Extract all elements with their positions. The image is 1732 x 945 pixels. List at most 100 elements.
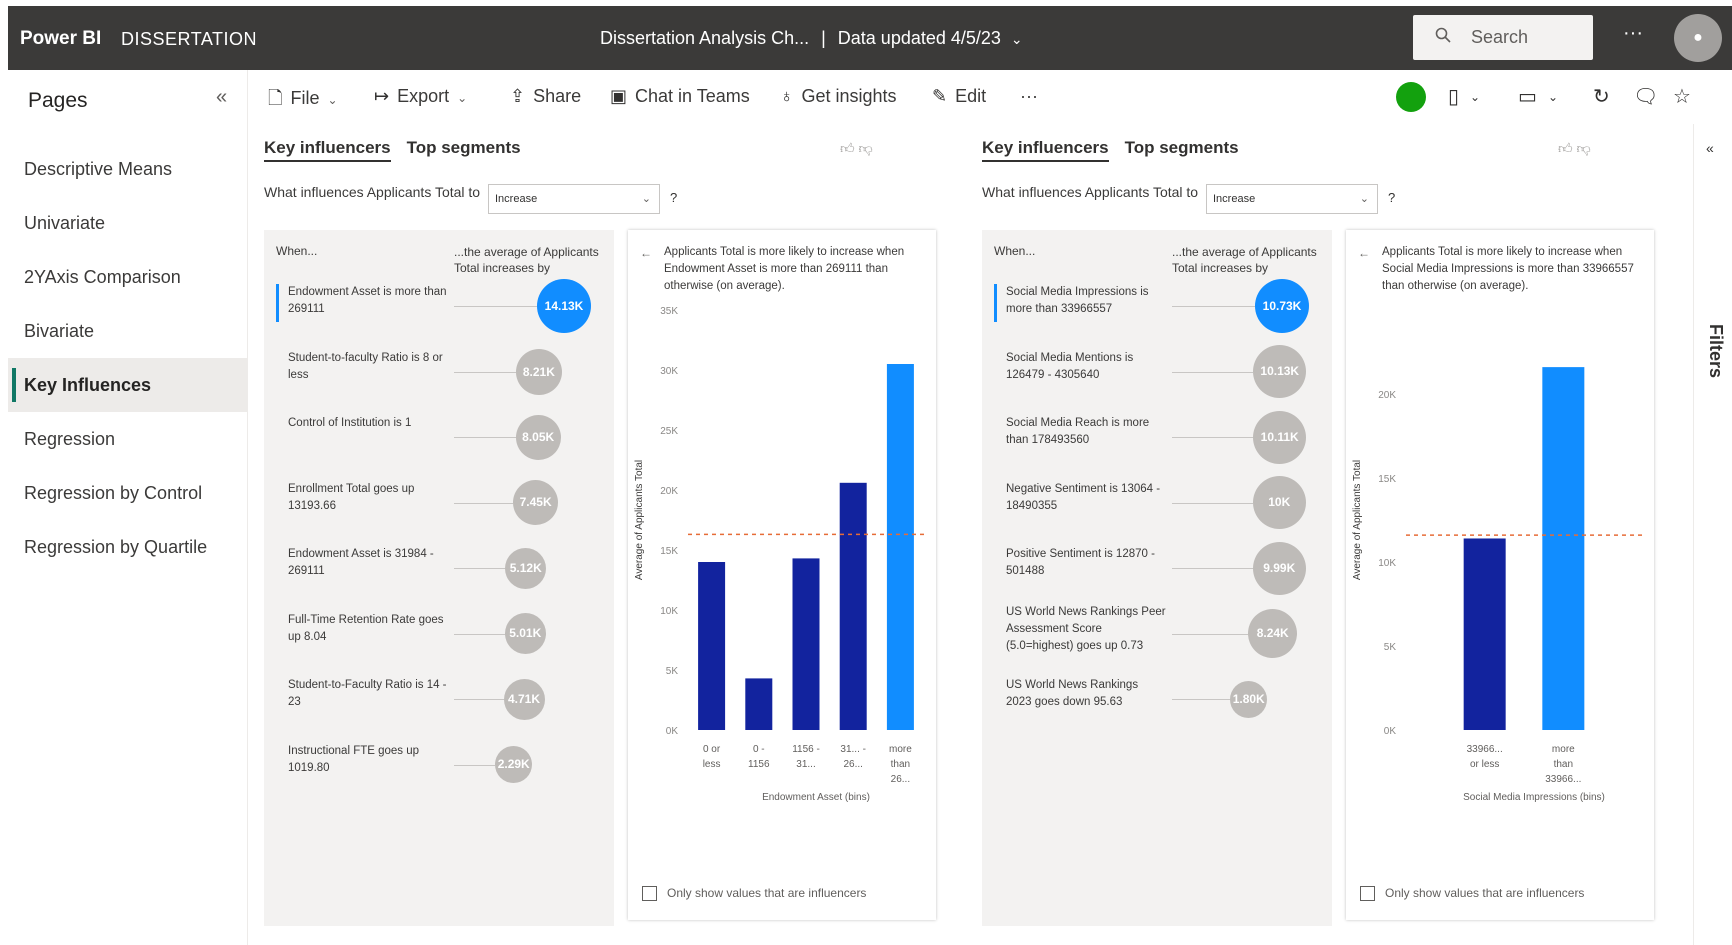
influencer-row[interactable]: Enrollment Total goes up 13193.66 7.45K [264, 473, 614, 533]
page-item-regression[interactable]: Regression [8, 412, 248, 466]
influence-bubble[interactable]: 7.45K [513, 480, 559, 525]
page-item-2yaxis-comparison[interactable]: 2YAxis Comparison [8, 250, 248, 304]
chevron-down-icon[interactable]: ⌄ [1548, 90, 1558, 104]
influencer-label: Positive Sentiment is 12870 - 501488 [1006, 548, 1155, 577]
chevron-down-icon[interactable]: ⌄ [1470, 90, 1480, 104]
collapse-icon[interactable]: « [216, 86, 227, 109]
column-header-average: ...the average of Applicants Total incre… [1172, 245, 1317, 275]
influencers-list: When... ...the average of Applicants Tota… [982, 230, 1332, 926]
more-options-button[interactable]: ··· [1020, 86, 1038, 107]
export-menu[interactable]: ↦ Export ⌄ [374, 86, 467, 107]
avatar[interactable]: ● [1674, 14, 1722, 62]
filters-pane[interactable]: « Filters [1693, 124, 1732, 945]
influence-bubble[interactable]: 8.21K [515, 348, 562, 395]
direction-select[interactable]: Increase ⌄ [488, 184, 660, 214]
share-button[interactable]: ⇪ Share [510, 86, 581, 107]
page-item-bivariate[interactable]: Bivariate [8, 304, 248, 358]
help-icon[interactable]: ? [670, 190, 677, 205]
chart-bar[interactable] [886, 364, 914, 730]
influence-bubble[interactable]: 10.13K [1253, 345, 1307, 398]
back-arrow-icon[interactable]: ← [640, 246, 652, 260]
influencer-row[interactable]: US World News Rankings 2023 goes down 95… [982, 669, 1332, 729]
influence-bubble[interactable]: 1.80K [1230, 680, 1268, 718]
file-menu[interactable]: 🗋 File ⌄ [268, 86, 338, 116]
direction-select[interactable]: Increase ⌄ [1206, 184, 1378, 214]
influencers-only-toggle[interactable]: Only show values that are influencers [1360, 886, 1584, 902]
influencer-row[interactable]: Social Media Impressions is more than 33… [982, 276, 1332, 336]
influence-bubble[interactable]: 8.24K [1248, 609, 1298, 658]
influencer-row[interactable]: Social Media Reach is more than 17849356… [982, 407, 1332, 467]
page-item-descriptive-means[interactable]: Descriptive Means [8, 142, 248, 196]
influencer-row[interactable]: Student-to-Faculty Ratio is 14 - 23 4.71K [264, 669, 614, 729]
influence-bubble[interactable]: 10K [1252, 476, 1306, 529]
chat-in-teams-button[interactable]: ▣ Chat in Teams [610, 86, 750, 107]
influencer-row[interactable]: Instructional FTE goes up 1019.80 2.29K [264, 735, 614, 795]
page-item-regression-by-control[interactable]: Regression by Control [8, 466, 248, 520]
influence-bubble[interactable]: 9.99K [1252, 541, 1306, 595]
influence-bubble[interactable]: 5.01K [504, 613, 546, 654]
influencer-label: Student-to-faculty Ratio is 8 or less [288, 351, 443, 381]
chevron-down-icon[interactable]: ⌄ [1011, 31, 1023, 47]
refresh-icon[interactable]: ↻ [1593, 84, 1610, 109]
tab-top-segments[interactable]: Top segments [1125, 138, 1239, 157]
app-brand[interactable]: Power BI [20, 28, 101, 50]
influence-bubble[interactable]: 8.05K [515, 414, 561, 460]
influencer-row[interactable]: Endowment Asset is more than 269111 14.13… [264, 276, 614, 336]
y-tick-label: 0K [666, 726, 679, 737]
thumbs-down-icon[interactable]: 👎︎ [1577, 140, 1591, 156]
share-label: Share [533, 86, 582, 106]
tab-key-influencers[interactable]: Key influencers [264, 138, 391, 162]
thumbs-up-icon[interactable]: 👍︎ [840, 140, 859, 156]
influence-bubble[interactable]: 5.12K [505, 547, 547, 589]
influencers-only-toggle[interactable]: Only show values that are influencers [642, 886, 866, 902]
report-info[interactable]: Dissertation Analysis Ch... | Data updated… [600, 28, 1023, 49]
page-item-univariate[interactable]: Univariate [8, 196, 248, 250]
influence-bubble[interactable]: 10.73K [1255, 279, 1309, 333]
thumbs-down-icon[interactable]: 👎︎ [859, 140, 873, 156]
key-influencers-visual[interactable]: Key influencers Top segments 👍︎ 👎︎ What inf… [248, 124, 966, 939]
selection-indicator [994, 284, 997, 322]
get-insights-button[interactable]: ♁ Get insights [780, 86, 897, 107]
y-tick-label: 5K [1384, 642, 1397, 653]
bookmark-icon[interactable]: ▯ [1448, 84, 1459, 109]
influence-bubble[interactable]: 14.13K [537, 279, 591, 333]
chart-bar[interactable] [745, 678, 773, 730]
page-item-key-influences[interactable]: Key Influences [8, 358, 248, 412]
tab-top-segments[interactable]: Top segments [407, 138, 521, 157]
chart-bar[interactable] [839, 482, 867, 730]
view-icon[interactable]: ▭ [1518, 84, 1537, 109]
influencer-row[interactable]: Control of Institution is 1 8.05K [264, 407, 614, 467]
back-arrow-icon[interactable]: ← [1358, 246, 1370, 260]
influencer-row[interactable]: US World News Rankings Peer Assessment S… [982, 604, 1332, 664]
page-item-regression-by-quartile[interactable]: Regression by Quartile [8, 520, 248, 574]
tab-key-influencers[interactable]: Key influencers [982, 138, 1109, 162]
chart-bar[interactable] [1542, 367, 1585, 730]
influence-bubble[interactable]: 2.29K [495, 746, 533, 783]
checkbox[interactable] [642, 886, 657, 902]
influencer-row[interactable]: Negative Sentiment is 13064 - 18490355 10… [982, 473, 1332, 533]
edit-button[interactable]: ✎ Edit [932, 86, 986, 107]
connector-line [454, 306, 537, 307]
thumbs-up-icon[interactable]: 👍︎ [1558, 140, 1577, 156]
search-input[interactable]: Search [1413, 15, 1593, 60]
checkbox[interactable] [1360, 886, 1375, 902]
influencer-row[interactable]: Positive Sentiment is 12870 - 501488 9.99… [982, 538, 1332, 598]
influence-bubble[interactable]: 4.71K [503, 678, 545, 720]
key-influencers-visual[interactable]: Key influencers Top segments 👍︎ 👎︎ What inf… [966, 124, 1684, 939]
chart-bar[interactable] [1463, 538, 1506, 730]
comment-icon[interactable]: 🗨 [1633, 84, 1658, 109]
influence-bubble[interactable]: 10.11K [1253, 410, 1307, 464]
refresh-status-icon[interactable] [1396, 82, 1426, 112]
chart-bar[interactable] [698, 562, 726, 730]
more-options-icon[interactable]: ··· [1623, 22, 1643, 45]
help-icon[interactable]: ? [1388, 190, 1395, 205]
workspace-name[interactable]: DISSERTATION [121, 29, 257, 50]
influencer-row[interactable]: Endowment Asset is 31984 - 269111 5.12K [264, 538, 614, 598]
influencer-row[interactable]: Full-Time Retention Rate goes up 8.04 5.0… [264, 604, 614, 664]
favorite-icon[interactable]: ☆ [1673, 84, 1691, 109]
influencer-row[interactable]: Student-to-faculty Ratio is 8 or less 8.2… [264, 342, 614, 402]
influencer-row[interactable]: Social Media Mentions is 126479 - 430564… [982, 342, 1332, 402]
x-tick-label: less [703, 759, 721, 770]
expand-icon[interactable]: « [1706, 140, 1714, 156]
chart-bar[interactable] [792, 558, 820, 730]
